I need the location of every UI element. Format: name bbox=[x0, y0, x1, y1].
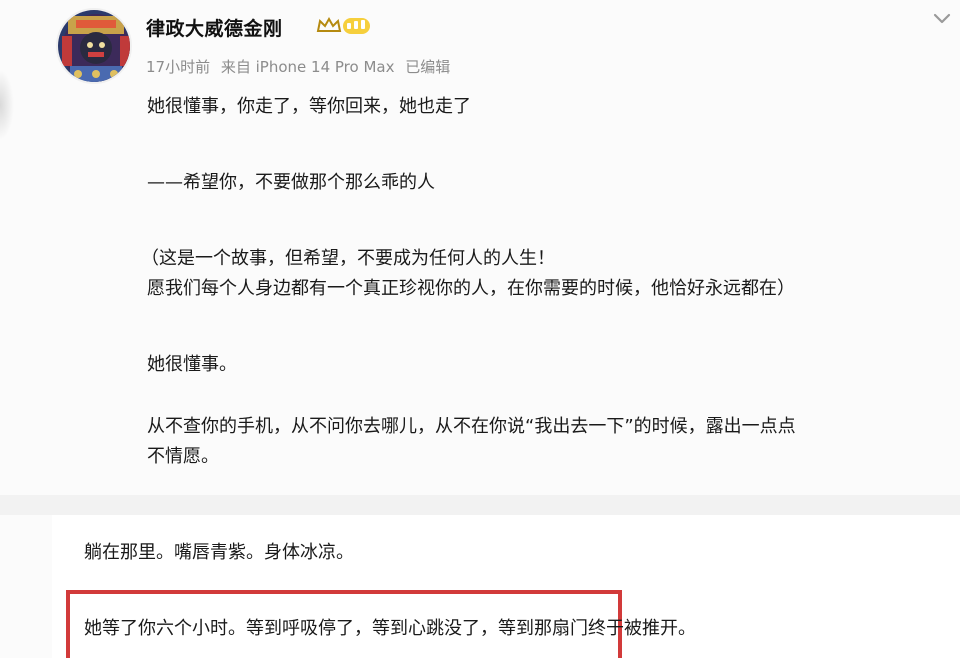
left-edge-shadow bbox=[0, 70, 14, 140]
lower-line-highlighted: 她等了你六个小时。等到呼吸停了，等到心跳没了，等到那扇门终于被推开。 bbox=[84, 618, 696, 639]
weibo-post-screenshot: 律政大威德金刚 17小时前 来自 iPhone 14 Pro Max 已编辑 她… bbox=[0, 0, 960, 658]
post-line: 她很懂事。 bbox=[147, 354, 237, 375]
chevron-down-icon[interactable] bbox=[932, 10, 952, 24]
avatar[interactable] bbox=[56, 8, 132, 84]
divider bbox=[0, 495, 960, 515]
post-line: 愿我们每个人身边都有一个真正珍视你的人，在你需要的时候，他恰好永远都在） bbox=[147, 278, 795, 299]
lower-line: 躺在那里。嘴唇青紫。身体冰凉。 bbox=[84, 542, 354, 563]
post-card: 律政大威德金刚 17小时前 来自 iPhone 14 Pro Max 已编辑 她… bbox=[0, 0, 960, 495]
post-source[interactable]: 来自 iPhone 14 Pro Max bbox=[221, 58, 395, 76]
post-meta: 17小时前 来自 iPhone 14 Pro Max 已编辑 bbox=[146, 56, 456, 77]
lower-body: 躺在那里。嘴唇青紫。身体冰凉。 bbox=[84, 538, 944, 568]
post-time: 17小时前 bbox=[146, 58, 211, 76]
post-line: 从不查你的手机，从不问你去哪儿，从不在你说“我出去一下”的时候，露出一点点 bbox=[147, 416, 796, 437]
post-line: （这是一个故事，但希望，不要成为任何人的人生！ bbox=[141, 248, 555, 269]
post-edited[interactable]: 已编辑 bbox=[405, 58, 450, 76]
post-line: ——希望你，不要做那个那么乖的人 bbox=[147, 172, 435, 193]
post-line: 她很懂事，你走了，等你回来，她也走了 bbox=[147, 96, 471, 117]
vip-crown-badge-icon[interactable] bbox=[316, 16, 372, 36]
post-line: 不情愿。 bbox=[147, 446, 219, 467]
username[interactable]: 律政大威德金刚 bbox=[146, 14, 283, 41]
post-body: 她很懂事，你走了，等你回来，她也走了 ——希望你，不要做那个那么乖的人 （这是一… bbox=[141, 92, 959, 472]
